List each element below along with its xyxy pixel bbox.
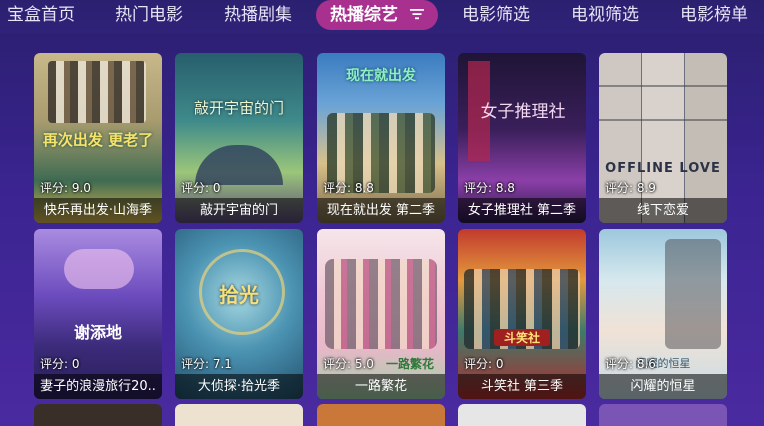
- card-variety[interactable]: 一路繁花 评分: 5.0 一路繁花: [317, 229, 445, 399]
- poster-caption: 谢添地: [73, 323, 122, 342]
- rating-text: 评分: 0: [464, 357, 504, 371]
- card-variety-partial[interactable]: [317, 404, 445, 426]
- poster-caption: 斗笑社: [494, 329, 550, 346]
- card-title: 一路繁花: [317, 374, 445, 399]
- card-title: 闪耀的恒星: [599, 374, 727, 399]
- card-variety[interactable]: 再次出发 更老了 评分: 9.0 快乐再出发·山海季: [34, 53, 162, 223]
- poster-caption: 拾光: [219, 283, 259, 307]
- poster-art: [665, 239, 721, 349]
- card-variety[interactable]: 敲开宇宙的门 评分: 0 敲开宇宙的门: [175, 53, 303, 223]
- poster-caption: 再次出发 更老了: [42, 131, 154, 149]
- card-title: 女子推理社 第二季: [458, 198, 586, 223]
- poster-caption: 现在就出发: [346, 68, 416, 84]
- poster-art: [48, 61, 146, 123]
- card-title: 斗笑社 第三季: [458, 374, 586, 399]
- card-variety-partial[interactable]: [34, 404, 162, 426]
- rating-text: 评分: 8.8: [464, 181, 515, 195]
- rating-text: 评分: 9.0: [40, 181, 91, 195]
- rating-text: 评分: 5.0: [323, 357, 374, 371]
- poster-caption: 女子推理社: [480, 102, 566, 122]
- rating-text: 评分: 8.8: [323, 181, 374, 195]
- poster-art: [325, 259, 437, 349]
- card-variety[interactable]: 斗笑社 评分: 0 斗笑社 第三季: [458, 229, 586, 399]
- poster-caption: 敲开宇宙的门: [193, 99, 284, 117]
- card-title: 快乐再出发·山海季: [34, 198, 162, 223]
- card-variety-partial[interactable]: [458, 404, 586, 426]
- card-variety[interactable]: OFFLINE LOVE 评分: 8.9 线下恋爱: [599, 53, 727, 223]
- poster-caption: 一路繁花: [385, 357, 434, 371]
- poster-art: [64, 249, 134, 289]
- card-title: 线下恋爱: [599, 198, 727, 223]
- card-variety[interactable]: 拾光 评分: 7.1 大侦探·拾光季: [175, 229, 303, 399]
- variety-grid: 再次出发 更老了 评分: 9.0 快乐再出发·山海季 敲开宇宙的门 评分: 0 …: [0, 0, 764, 426]
- card-title: 敲开宇宙的门: [175, 198, 303, 223]
- card-variety[interactable]: 现在就出发 评分: 8.8 现在就出发 第二季: [317, 53, 445, 223]
- rating-text: 评分: 8.9: [605, 181, 656, 195]
- card-title: 妻子的浪漫旅行20..: [34, 374, 162, 399]
- card-variety-partial[interactable]: [175, 404, 303, 426]
- poster-art: [599, 53, 727, 153]
- card-variety[interactable]: 谢添地 评分: 0 妻子的浪漫旅行20..: [34, 229, 162, 399]
- rating-text: 评分: 0: [181, 181, 221, 195]
- card-title: 大侦探·拾光季: [175, 374, 303, 399]
- card-variety[interactable]: 女子推理社 评分: 8.8 女子推理社 第二季: [458, 53, 586, 223]
- rating-text: 评分: 7.1: [181, 357, 232, 371]
- rating-text: 评分: 8.6: [605, 357, 656, 371]
- card-title: 现在就出发 第二季: [317, 198, 445, 223]
- poster-caption: OFFLINE LOVE: [605, 161, 721, 176]
- rating-text: 评分: 0: [40, 357, 80, 371]
- card-variety[interactable]: 闪耀的恒星 评分: 8.6 闪耀的恒星: [599, 229, 727, 399]
- card-variety-partial[interactable]: [599, 404, 727, 426]
